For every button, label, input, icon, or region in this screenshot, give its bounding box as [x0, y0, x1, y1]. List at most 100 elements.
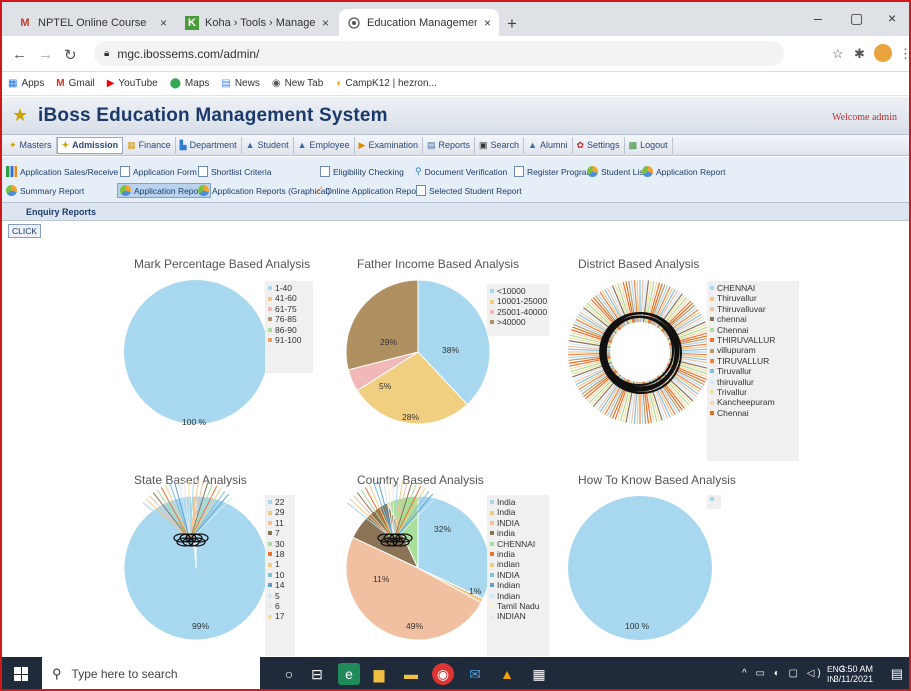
edge-icon[interactable]: e: [338, 663, 360, 685]
tab-koha[interactable]: K Koha › Tools › Manage staged M ×: [177, 9, 337, 36]
gmail-icon: M: [56, 78, 65, 89]
notification-icon[interactable]: ▤: [891, 666, 903, 682]
department-icon: ▙: [179, 139, 187, 150]
cortana-icon[interactable]: ○: [278, 663, 300, 685]
slice-label: 100 %: [182, 417, 207, 427]
finance-icon: ▦: [127, 139, 136, 150]
new-tab-button[interactable]: +: [507, 14, 517, 34]
bookmark-youtube[interactable]: ▶ YouTube: [107, 78, 158, 89]
vlc-icon[interactable]: ▲: [496, 663, 518, 685]
system-tray-icons[interactable]: ^ ▭ ◐ ▢ ◁): [742, 668, 824, 679]
slice-label: 99%: [192, 621, 210, 631]
pie-icon: [587, 166, 598, 177]
window-close-button[interactable]: ×: [888, 10, 896, 26]
chart-legend: [707, 495, 721, 509]
screen: M NPTEL Online Course - hencyjuli × K Ko…: [0, 0, 911, 691]
taskbar-search-placeholder: Type here to search: [71, 667, 178, 681]
star-icon[interactable]: ☆: [832, 46, 844, 62]
forward-arrow-icon[interactable]: →: [38, 46, 53, 63]
bookmarks-bar: ▦ Apps M Gmail ▶ YouTube ⬤ Maps ▤ News ◉ New T…: [2, 72, 909, 96]
tab-label: Education Management System: [367, 16, 477, 29]
bookmark-campk12[interactable]: ◖ CampK12 | hezron...: [335, 78, 437, 89]
tab-education-management[interactable]: Education Management System ×: [339, 9, 499, 36]
menu-dots-icon[interactable]: ⋮: [899, 46, 909, 62]
submenu-selected-student-report[interactable]: Selected Student Report: [416, 183, 522, 198]
menu-examination[interactable]: ▶ Examination: [355, 136, 423, 154]
search-icon: ▣: [479, 139, 488, 150]
menu-search[interactable]: ▣ Search: [475, 136, 525, 154]
menu-logout[interactable]: ▩ Logout: [625, 136, 673, 154]
section-title: Enquiry Reports: [2, 203, 909, 221]
examination-icon: ▶: [358, 139, 366, 150]
pie-icon: [198, 185, 209, 196]
calculator-icon[interactable]: ▦: [528, 663, 550, 685]
submenu-register-program[interactable]: Register Program: [514, 164, 594, 179]
submenu-shortlist-criteria[interactable]: Shortlist Criteria: [198, 164, 271, 179]
bars-icon: [6, 166, 17, 177]
news-icon: ▤: [221, 78, 231, 89]
submenu-summary-report[interactable]: Summary Report: [6, 183, 84, 198]
menu-student[interactable]: ▲ Student: [242, 136, 294, 154]
main-menu: ✦ Masters ✦ Admission ▦ Finance ▙ Department…: [2, 135, 909, 156]
pie-icon: [120, 185, 131, 196]
task-view-icon[interactable]: ⊟: [306, 663, 328, 685]
admission-submenu: Application Sales/Receive Application Fo…: [2, 157, 909, 203]
mail-icon[interactable]: ✉: [464, 663, 486, 685]
windows-start-icon[interactable]: [14, 667, 28, 681]
bookmark-apps[interactable]: ▦ Apps: [8, 78, 44, 89]
explorer-icon[interactable]: ▬: [400, 663, 422, 685]
menu-finance[interactable]: ▦ Finance: [123, 136, 176, 154]
store-icon[interactable]: ▆: [368, 663, 390, 685]
minimize-button[interactable]: –: [814, 10, 822, 26]
submenu-application-sales[interactable]: Application Sales/Receive: [6, 164, 118, 179]
submenu-application-reports-graphical[interactable]: Application Reports (Graphical): [198, 183, 330, 198]
submenu-application-reports[interactable]: Application Reports: [117, 183, 211, 198]
reload-icon[interactable]: ↻: [64, 46, 77, 64]
close-icon[interactable]: ×: [322, 16, 329, 30]
close-icon[interactable]: ×: [160, 16, 167, 30]
menu-masters[interactable]: ✦ Masters: [5, 136, 57, 154]
document-icon: [198, 166, 208, 177]
chrome-taskbar-icon[interactable]: ◉: [432, 663, 454, 685]
koha-icon: K: [185, 15, 199, 30]
tab-nptel[interactable]: M NPTEL Online Course - hencyjuli ×: [10, 9, 175, 36]
app-header: ★ iBoss Education Management System Welc…: [2, 97, 909, 135]
bookmark-news[interactable]: ▤ News: [221, 78, 259, 89]
url-field[interactable]: 🔒︎ mgc.ibossems.com/admin/: [94, 41, 784, 66]
submenu-document-verification[interactable]: ⚲ Document Verification: [415, 164, 507, 179]
menu-alumni[interactable]: ▲ Alumni: [524, 136, 573, 154]
slice-label: 38%: [442, 345, 460, 355]
app-title: iBoss Education Management System: [38, 105, 388, 126]
taskbar-search[interactable]: ⚲ Type here to search: [42, 657, 260, 689]
menu-admission[interactable]: ✦ Admission: [56, 136, 124, 154]
submenu-eligibility-checking[interactable]: Eligibility Checking: [320, 164, 404, 179]
youtube-icon: ▶: [106, 78, 115, 89]
browser-tab-bar: M NPTEL Online Course - hencyjuli × K Ko…: [2, 2, 909, 36]
tab-label: Koha › Tools › Manage staged M: [205, 16, 315, 29]
clock[interactable]: 3:50 AM 3/11/2021: [834, 664, 873, 684]
submenu-student-list[interactable]: Student List: [587, 164, 646, 179]
menu-department[interactable]: ▙ Department: [176, 136, 242, 154]
click-button[interactable]: CLICK: [8, 224, 42, 238]
submenu-online-application-report[interactable]: ⟋ Online Application Report: [316, 183, 421, 198]
profile-avatar[interactable]: [874, 44, 892, 62]
pie-slice: [568, 496, 712, 640]
submenu-application-form[interactable]: Application Form: [120, 164, 197, 179]
slice-label: 29%: [380, 337, 398, 347]
slice-label: 32%: [434, 524, 452, 534]
employee-icon: ▲: [297, 140, 307, 150]
submenu-application-report[interactable]: Application Report: [642, 164, 725, 179]
extension-icon[interactable]: ✱: [854, 46, 865, 62]
lock-icon: 🔒︎: [104, 48, 110, 59]
pie-icon: [642, 166, 653, 177]
menu-reports[interactable]: ▤ Reports: [423, 136, 476, 154]
bookmark-new-tab[interactable]: ◉ New Tab: [272, 78, 323, 89]
back-arrow-icon[interactable]: ←: [12, 46, 27, 63]
close-icon[interactable]: ×: [484, 16, 491, 30]
bookmark-maps[interactable]: ⬤ Maps: [170, 78, 210, 89]
menu-employee[interactable]: ▲ Employee: [294, 136, 355, 154]
globe-icon: [347, 16, 361, 30]
bookmark-gmail[interactable]: M Gmail: [56, 78, 94, 89]
maximize-button[interactable]: ▢: [850, 10, 863, 27]
menu-settings[interactable]: ✿ Settings: [573, 136, 625, 154]
